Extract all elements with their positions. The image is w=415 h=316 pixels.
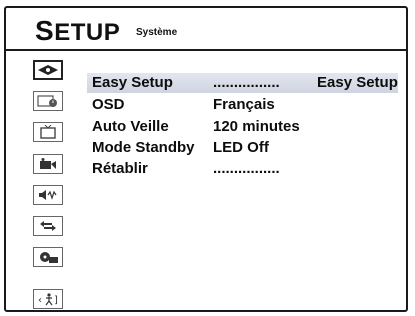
menu-row-auto-veille[interactable]: Auto Veille 120 minutes: [87, 117, 407, 137]
row-label: OSD: [92, 96, 125, 113]
dvd-icon: [40, 252, 58, 263]
row-value: LED Off: [213, 139, 269, 156]
sidebar-item-dvd[interactable]: [33, 247, 63, 267]
setup-window: SETUP Système ‹] Easy Setup ...........…: [4, 6, 408, 312]
title-rest: ETUP: [54, 19, 121, 46]
menu-row-easy-setup[interactable]: Easy Setup ................ Easy Setup: [87, 73, 407, 93]
sidebar-item-timer[interactable]: [33, 91, 63, 111]
sidebar-item-transfer[interactable]: [33, 216, 63, 236]
disc-settings-icon: [38, 65, 58, 75]
speaker-audio-icon: [39, 190, 57, 200]
row-value: Français: [213, 96, 275, 113]
arrows-icon: [40, 221, 56, 231]
menu-row-mode-standby[interactable]: Mode Standby LED Off: [87, 138, 407, 158]
sidebar-item-audio[interactable]: [33, 185, 63, 205]
clock-icon: [37, 95, 57, 107]
sidebar-item-camera[interactable]: [33, 154, 63, 174]
sidebar-item-system[interactable]: [33, 60, 63, 80]
svg-text:‹: ‹: [38, 295, 42, 306]
row-value: ................: [213, 74, 280, 91]
exit-icon: ‹ ]: [38, 293, 58, 306]
header-divider: [6, 49, 406, 51]
sidebar-item-exit[interactable]: ‹ ]: [33, 289, 63, 309]
svg-text:]: ]: [54, 295, 58, 306]
tv-icon: [40, 125, 56, 139]
row-option[interactable]: Easy Setup: [317, 74, 398, 91]
row-label: Mode Standby: [92, 139, 195, 156]
row-label: Easy Setup: [92, 74, 173, 91]
menu-row-retablir[interactable]: Rétablir ................: [87, 159, 407, 179]
row-value: ................: [213, 160, 280, 177]
menu-row-osd[interactable]: OSD Français: [87, 95, 407, 115]
header: SETUP Système: [6, 8, 406, 48]
page-subtitle: Système: [136, 27, 178, 38]
page-title: SETUP: [35, 15, 120, 47]
row-label: Rétablir: [92, 160, 148, 177]
sidebar-item-video[interactable]: [33, 122, 63, 142]
title-initial: S: [35, 15, 55, 46]
camera-icon: [40, 158, 56, 169]
row-value: 120 minutes: [213, 118, 300, 135]
row-label: Auto Veille: [92, 118, 169, 135]
